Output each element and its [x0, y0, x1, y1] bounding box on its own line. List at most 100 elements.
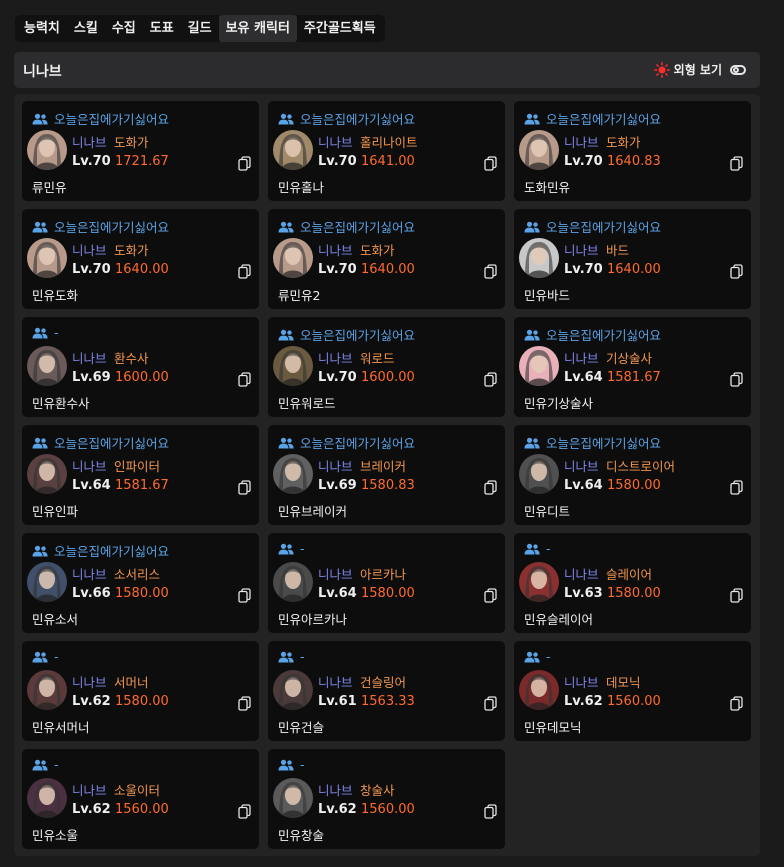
avatar — [27, 562, 67, 602]
guild-name: 오늘은집에가기싫어요 — [300, 220, 416, 235]
copy-icon[interactable] — [730, 696, 743, 711]
appearance-label: 외형 보기 — [673, 63, 722, 77]
copy-icon[interactable] — [484, 696, 497, 711]
class-name: 기상술사 — [606, 351, 653, 366]
copy-icon[interactable] — [238, 480, 251, 495]
tab-owned-characters[interactable]: 보유 캐릭터 — [218, 15, 297, 42]
item-level: 1641.00 — [361, 154, 415, 169]
character-level: Lv.69 — [72, 370, 111, 385]
character-card[interactable]: 오늘은집에가기싫어요 니나브 도화가 Lv.70 1721.67 류민유 — [22, 101, 259, 201]
tab-guild[interactable]: 길드 — [181, 15, 219, 42]
guild-row: 오늘은집에가기싫어요 — [524, 325, 661, 344]
character-card[interactable]: - 니나브 창술사 Lv.62 1560.00 민유창술 — [268, 749, 505, 849]
item-level: 1580.00 — [607, 478, 661, 493]
item-level: 1580.00 — [115, 694, 169, 709]
people-icon — [524, 113, 540, 124]
character-card[interactable]: 오늘은집에가기싫어요 니나브 도화가 Lv.70 1640.83 도화민유 — [514, 101, 751, 201]
copy-icon[interactable] — [238, 156, 251, 171]
character-level: Lv.70 — [72, 262, 111, 277]
class-name: 아르카나 — [360, 567, 407, 582]
character-card[interactable]: 오늘은집에가기싫어요 니나브 바드 Lv.70 1640.00 민유바드 — [514, 209, 751, 309]
copy-icon[interactable] — [730, 156, 743, 171]
character-card[interactable]: 오늘은집에가기싫어요 니나브 인파이터 Lv.64 1581.67 민유인파 — [22, 425, 259, 525]
server-name: 니나브 — [318, 675, 353, 690]
character-name: 민유아르카나 — [278, 612, 348, 627]
tab-skills[interactable]: 스킬 — [67, 15, 105, 42]
guild-row: 오늘은집에가기싫어요 — [278, 433, 415, 452]
character-card[interactable]: - 니나브 서머너 Lv.62 1580.00 민유서머너 — [22, 641, 259, 741]
server-name: 니나브 — [72, 351, 107, 366]
avatar — [519, 562, 559, 602]
server-name: 니나브 — [318, 351, 353, 366]
guild-name: 오늘은집에가기싫어요 — [300, 328, 416, 343]
avatar — [519, 130, 559, 170]
character-card[interactable]: 오늘은집에가기싫어요 니나브 브레이커 Lv.69 1580.83 민유브레이커 — [268, 425, 505, 525]
character-card[interactable]: 오늘은집에가기싫어요 니나브 홀리나이트 Lv.70 1641.00 민유홀나 — [268, 101, 505, 201]
item-level: 1600.00 — [115, 370, 169, 385]
character-card[interactable]: 오늘은집에가기싫어요 니나브 워로드 Lv.70 1600.00 민유워로드 — [268, 317, 505, 417]
copy-icon[interactable] — [730, 480, 743, 495]
tab-weekly-gold[interactable]: 주간골드획득 — [297, 15, 383, 42]
guild-name: - — [54, 649, 59, 664]
item-level: 1580.00 — [115, 586, 169, 601]
character-card[interactable]: - 니나브 건슬링어 Lv.61 1563.33 민유건슬 — [268, 641, 505, 741]
copy-icon[interactable] — [484, 372, 497, 387]
copy-icon[interactable] — [484, 588, 497, 603]
tab-charts[interactable]: 도표 — [143, 15, 181, 42]
guild-name: - — [546, 649, 551, 664]
guild-row: - — [278, 541, 305, 556]
copy-icon[interactable] — [238, 264, 251, 279]
copy-icon[interactable] — [238, 804, 251, 819]
character-name: 민유환수사 — [32, 396, 90, 411]
copy-icon[interactable] — [484, 480, 497, 495]
avatar — [27, 238, 67, 278]
server-name: 니나브 — [564, 135, 599, 150]
class-name: 홀리나이트 — [360, 135, 418, 150]
character-card[interactable]: 오늘은집에가기싫어요 니나브 도화가 Lv.70 1640.00 류민유2 — [268, 209, 505, 309]
copy-icon[interactable] — [730, 264, 743, 279]
copy-icon[interactable] — [484, 264, 497, 279]
avatar — [27, 346, 67, 386]
item-level: 1563.33 — [361, 694, 415, 709]
character-card[interactable]: 오늘은집에가기싫어요 니나브 도화가 Lv.70 1640.00 민유도화 — [22, 209, 259, 309]
server-name: 니나브 — [72, 135, 107, 150]
people-icon — [278, 759, 294, 770]
character-card[interactable]: - 니나브 데모닉 Lv.62 1560.00 민유데모닉 — [514, 641, 751, 741]
item-level: 1640.00 — [607, 262, 661, 277]
tab-collection[interactable]: 수집 — [105, 15, 143, 42]
copy-icon[interactable] — [730, 372, 743, 387]
guild-row: - — [278, 757, 305, 772]
character-card[interactable]: - 니나브 슬레이어 Lv.63 1580.00 민유슬레이어 — [514, 533, 751, 633]
appearance-toggle[interactable]: 외형 보기 — [653, 61, 746, 78]
server-title: 니나브 — [23, 64, 62, 80]
copy-icon[interactable] — [730, 588, 743, 603]
character-card[interactable]: - 니나브 아르카나 Lv.64 1580.00 민유아르카나 — [268, 533, 505, 633]
copy-icon[interactable] — [484, 804, 497, 819]
character-level: Lv.70 — [564, 154, 603, 169]
character-card[interactable]: 오늘은집에가기싫어요 니나브 기상술사 Lv.64 1581.67 민유기상술사 — [514, 317, 751, 417]
character-level: Lv.62 — [318, 802, 357, 817]
copy-icon[interactable] — [238, 372, 251, 387]
class-name: 디스트로이어 — [606, 459, 676, 474]
character-level: Lv.63 — [564, 586, 603, 601]
character-card[interactable]: 오늘은집에가기싫어요 니나브 디스트로이어 Lv.64 1580.00 민유디트 — [514, 425, 751, 525]
character-card[interactable]: - 니나브 환수사 Lv.69 1600.00 민유환수사 — [22, 317, 259, 417]
item-level: 1721.67 — [115, 154, 169, 169]
character-card[interactable]: 오늘은집에가기싫어요 니나브 소서리스 Lv.66 1580.00 민유소서 — [22, 533, 259, 633]
avatar — [27, 130, 67, 170]
copy-icon[interactable] — [238, 588, 251, 603]
server-header: 니나브 외형 보기 — [14, 52, 760, 88]
class-name: 환수사 — [114, 351, 149, 366]
class-name: 바드 — [606, 243, 630, 258]
toggle-icon[interactable] — [730, 64, 746, 75]
item-level: 1581.67 — [115, 478, 169, 493]
item-level: 1640.00 — [115, 262, 169, 277]
people-icon — [32, 437, 48, 448]
tab-stats[interactable]: 능력치 — [17, 15, 67, 42]
server-name: 니나브 — [72, 243, 107, 258]
character-name: 민유소서 — [32, 612, 79, 627]
guild-row: - — [524, 541, 551, 556]
character-card[interactable]: - 니나브 소울이터 Lv.62 1560.00 민유소울 — [22, 749, 259, 849]
copy-icon[interactable] — [238, 696, 251, 711]
copy-icon[interactable] — [484, 156, 497, 171]
